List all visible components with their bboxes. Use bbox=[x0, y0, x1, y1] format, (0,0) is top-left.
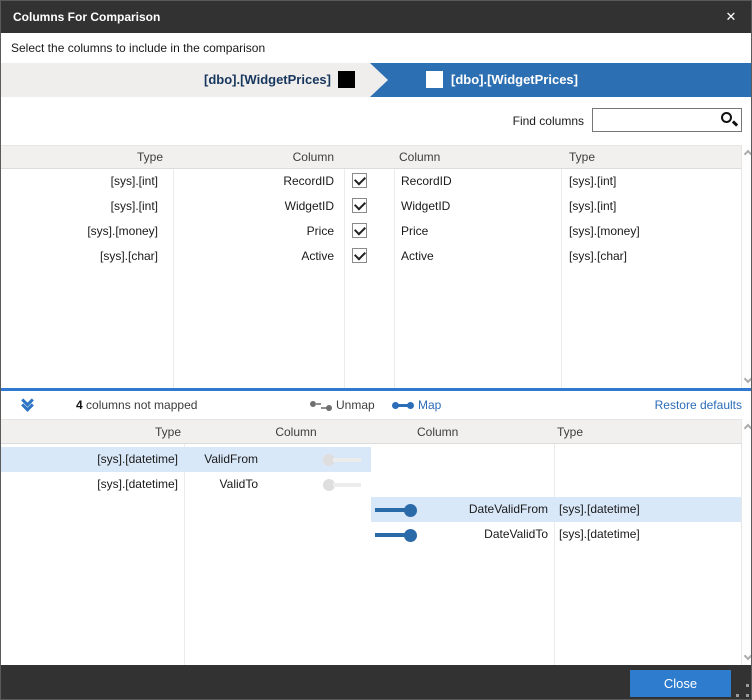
target-column-cell: DateValidTo bbox=[417, 522, 548, 547]
header-target-column: Column bbox=[399, 146, 440, 169]
header-source-type: Type bbox=[1, 146, 163, 169]
columns-for-comparison-dialog: Columns For Comparison ✕ Select the colu… bbox=[0, 0, 752, 700]
find-row: Find columns bbox=[1, 97, 752, 145]
source-swatch-icon bbox=[338, 71, 355, 88]
header-target-type: Type bbox=[569, 146, 595, 169]
close-icon[interactable]: ✕ bbox=[715, 1, 747, 33]
scroll-up-icon[interactable] bbox=[744, 424, 752, 432]
header-source-column: Column bbox=[173, 146, 334, 169]
target-swatch-icon bbox=[426, 71, 443, 88]
unmapped-toolbar: 4 columns not mapped Unmap Map Restore d… bbox=[1, 391, 752, 419]
target-type-cell: [sys].[int] bbox=[569, 169, 616, 194]
drag-map-handle-icon[interactable] bbox=[323, 454, 361, 466]
target-type-cell: [sys].[money] bbox=[569, 219, 640, 244]
target-type-cell: [sys].[char] bbox=[569, 244, 627, 269]
close-button[interactable]: Close bbox=[630, 670, 731, 697]
source-column-cell: Active bbox=[173, 244, 334, 269]
collapse-section-icon[interactable] bbox=[21, 396, 37, 412]
drag-map-handle-icon[interactable] bbox=[375, 504, 417, 516]
search-icon[interactable] bbox=[720, 111, 738, 129]
target-column-cell: Price bbox=[401, 219, 428, 244]
mapped-grid-header: Type Column Column Type bbox=[1, 145, 752, 169]
source-type-cell: [sys].[char] bbox=[1, 244, 158, 269]
source-column-cell: ValidTo bbox=[178, 472, 258, 497]
drag-map-handle-icon[interactable] bbox=[375, 529, 417, 541]
subtitle-text: Select the columns to include in the com… bbox=[11, 33, 265, 63]
include-checkbox[interactable] bbox=[352, 248, 367, 263]
mapped-row-price[interactable]: [sys].[money] Price Price [sys].[money] bbox=[1, 219, 741, 244]
lower-scrollbar[interactable] bbox=[741, 419, 752, 665]
include-checkbox[interactable] bbox=[352, 173, 367, 188]
source-unmapped-row[interactable]: [sys].[datetime] ValidTo bbox=[1, 472, 371, 497]
mapped-row-active[interactable]: [sys].[char] Active Active [sys].[char] bbox=[1, 244, 741, 269]
dialog-title: Columns For Comparison bbox=[13, 1, 160, 33]
source-column-cell: ValidFrom bbox=[178, 447, 258, 472]
unmapped-row-datevalidfrom[interactable]: DateValidFrom [sys].[datetime] bbox=[1, 497, 741, 522]
unmapped-count-text: 4 columns not mapped bbox=[76, 391, 197, 419]
header-target-type: Type bbox=[557, 420, 583, 444]
target-type-cell: [sys].[datetime] bbox=[559, 497, 640, 522]
unmapped-grid-header: Type Column Column Type bbox=[1, 419, 752, 444]
map-label: Map bbox=[418, 391, 441, 419]
title-bar: Columns For Comparison ✕ bbox=[1, 1, 752, 33]
source-column-cell: RecordID bbox=[173, 169, 334, 194]
footer-bar: Close bbox=[1, 665, 752, 700]
target-column-cell: WidgetID bbox=[401, 194, 450, 219]
source-type-cell: [sys].[int] bbox=[1, 194, 158, 219]
unmapped-count: 4 bbox=[76, 398, 83, 412]
include-checkbox[interactable] bbox=[352, 198, 367, 213]
source-type-cell: [sys].[datetime] bbox=[1, 447, 178, 472]
source-type-cell: [sys].[money] bbox=[1, 219, 158, 244]
header-target-column: Column bbox=[417, 420, 458, 444]
target-unmapped-row[interactable]: DateValidTo [sys].[datetime] bbox=[371, 522, 741, 547]
source-unmapped-row[interactable]: [sys].[datetime] ValidFrom bbox=[1, 447, 371, 472]
find-columns-label: Find columns bbox=[1, 97, 584, 145]
source-column-cell: Price bbox=[173, 219, 334, 244]
target-unmapped-row[interactable]: DateValidFrom [sys].[datetime] bbox=[371, 497, 741, 522]
scroll-up-icon[interactable] bbox=[744, 150, 752, 158]
unmapped-row-datevalidto[interactable]: DateValidTo [sys].[datetime] bbox=[1, 522, 741, 547]
source-table-label: [dbo].[WidgetPrices] bbox=[1, 63, 331, 97]
map-icon bbox=[392, 402, 414, 409]
upper-scrollbar[interactable] bbox=[741, 145, 752, 388]
mapped-row-widgetid[interactable]: [sys].[int] WidgetID WidgetID [sys].[int… bbox=[1, 194, 741, 219]
header-source-column: Column bbox=[251, 420, 341, 444]
unmap-icon bbox=[310, 401, 332, 411]
unmapped-row-validfrom[interactable]: [sys].[datetime] ValidFrom bbox=[1, 447, 741, 472]
header-source-type: Type bbox=[1, 420, 181, 444]
mapped-columns-grid: Type Column Column Type [sys].[int] Reco… bbox=[1, 145, 752, 388]
source-column-cell: WidgetID bbox=[173, 194, 334, 219]
table-mapping-band: [dbo].[WidgetPrices] [dbo].[WidgetPrices… bbox=[1, 63, 752, 97]
source-type-cell: [sys].[datetime] bbox=[1, 472, 178, 497]
target-type-cell: [sys].[datetime] bbox=[559, 522, 640, 547]
unmapped-row-validto[interactable]: [sys].[datetime] ValidTo bbox=[1, 472, 741, 497]
drag-map-handle-icon[interactable] bbox=[323, 479, 361, 491]
subtitle-row: Select the columns to include in the com… bbox=[1, 33, 752, 63]
target-column-cell: Active bbox=[401, 244, 434, 269]
resize-grip[interactable] bbox=[736, 684, 749, 697]
target-type-cell: [sys].[int] bbox=[569, 194, 616, 219]
target-column-cell: RecordID bbox=[401, 169, 452, 194]
scroll-down-icon[interactable] bbox=[744, 652, 752, 660]
scroll-down-icon[interactable] bbox=[744, 375, 752, 383]
restore-defaults-link[interactable]: Restore defaults bbox=[655, 391, 742, 419]
mapped-row-recordid[interactable]: [sys].[int] RecordID RecordID [sys].[int… bbox=[1, 169, 741, 194]
target-table-label: [dbo].[WidgetPrices] bbox=[451, 63, 578, 97]
unmapped-columns-grid: Type Column Column Type [sys].[datetime]… bbox=[1, 419, 752, 665]
source-type-cell: [sys].[int] bbox=[1, 169, 158, 194]
unmap-label: Unmap bbox=[336, 391, 375, 419]
target-column-cell: DateValidFrom bbox=[417, 497, 548, 522]
include-checkbox[interactable] bbox=[352, 223, 367, 238]
